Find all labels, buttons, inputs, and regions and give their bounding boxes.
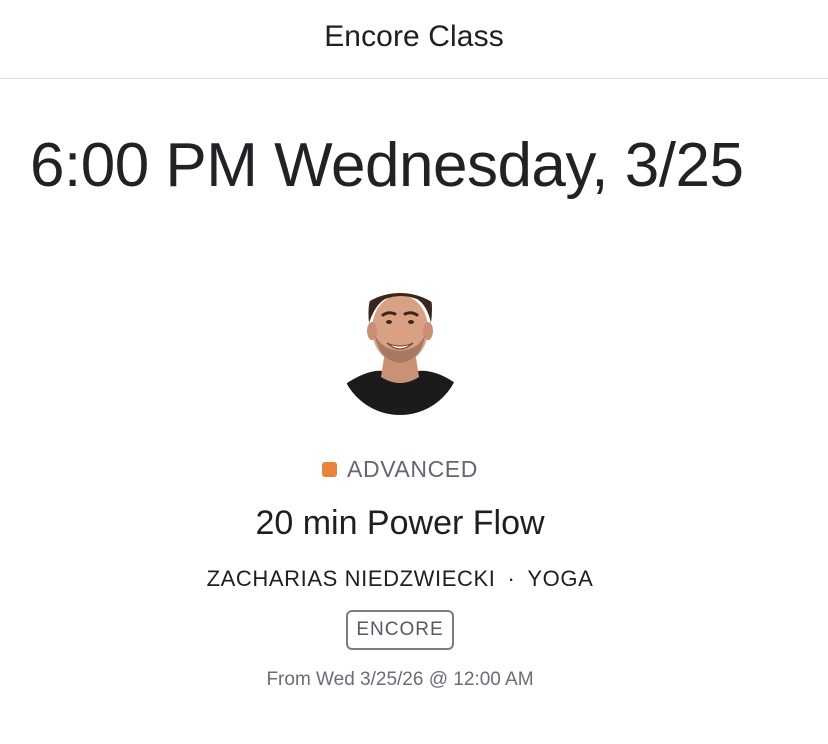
instructor-avatar	[339, 265, 461, 415]
level-indicator-icon	[322, 462, 338, 477]
meta-separator: ·	[507, 566, 516, 591]
class-category: YOGA	[527, 566, 594, 591]
class-title: 20 min Power Flow	[255, 504, 545, 542]
instructor-name: ZACHARIAS NIEDZWIECKI	[206, 566, 496, 591]
page-header: Encore Class	[0, 0, 828, 79]
class-datetime: 6:00 PM Wednesday, 3/25	[30, 131, 744, 200]
difficulty-level: ADVANCED	[0, 456, 800, 483]
level-label: ADVANCED	[347, 456, 478, 482]
page-title: Encore Class	[324, 20, 504, 53]
badge-container: ENCORE	[0, 610, 800, 650]
class-meta: ZACHARIAS NIEDZWIECKI · YOGA	[0, 566, 800, 592]
availability-text: From Wed 3/25/26 @ 12:00 AM	[266, 669, 534, 690]
encore-badge: ENCORE	[346, 610, 454, 650]
instructor-avatar-icon	[339, 293, 461, 415]
